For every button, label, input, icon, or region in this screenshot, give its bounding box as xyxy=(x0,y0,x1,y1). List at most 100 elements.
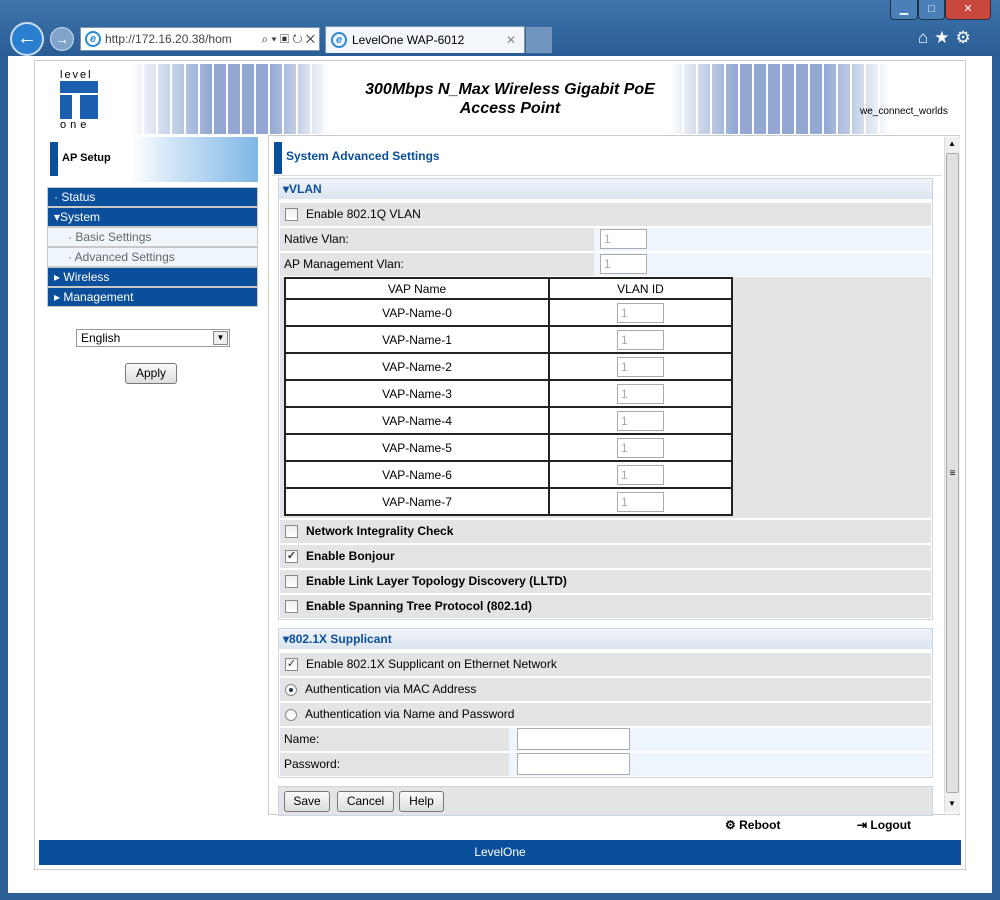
tab-close-icon[interactable]: ✕ xyxy=(506,27,516,53)
option-checkbox[interactable] xyxy=(285,525,298,539)
auth-name-row[interactable]: Authentication via Name and Password xyxy=(280,703,931,726)
enable-supplicant-checkbox[interactable]: ✓ xyxy=(285,658,298,672)
close-window-button[interactable]: ✕ xyxy=(945,0,991,20)
vlan-option-row[interactable]: ✓ Enable Bonjour xyxy=(280,545,931,568)
vlan-section-header[interactable]: ▾VLAN xyxy=(279,179,932,199)
vap-name: VAP-Name-1 xyxy=(284,325,550,354)
enable-vlan-row[interactable]: Enable 802.1Q VLAN xyxy=(280,203,931,226)
vap-row: VAP-Name-2 1 xyxy=(284,352,733,381)
banner-pattern-left xyxy=(130,64,330,134)
vlan-id-cell: 1 xyxy=(548,406,733,435)
maximize-button[interactable]: □ xyxy=(918,0,945,20)
save-button[interactable]: Save xyxy=(284,791,330,812)
password-input[interactable] xyxy=(517,753,630,775)
scroll-thumb[interactable]: ≡ xyxy=(946,153,959,793)
banner-pattern-right xyxy=(670,64,890,134)
language-select[interactable]: English ▼ xyxy=(76,329,230,347)
vlan-id-cell: 1 xyxy=(548,379,733,408)
reboot-link[interactable]: ⚙ Reboot xyxy=(725,818,780,832)
vlan-id-cell: 1 xyxy=(548,460,733,489)
cancel-button[interactable]: Cancel xyxy=(337,791,394,812)
page-title-bar: System Advanced Settings xyxy=(272,140,942,176)
apply-button[interactable]: Apply xyxy=(125,363,177,384)
back-button[interactable]: ← xyxy=(10,22,44,56)
vlan-id-input[interactable]: 1 xyxy=(617,437,664,458)
help-button[interactable]: Help xyxy=(399,791,444,812)
sidebar-item-management[interactable]: ▸ Management xyxy=(47,287,258,307)
vap-name: VAP-Name-0 xyxy=(284,298,550,327)
vlan-id-input[interactable]: 1 xyxy=(617,491,664,512)
address-bar[interactable]: e http://172.16.20.38/hom ⌕ ▾ ▣ ↻ ✕ xyxy=(80,27,320,51)
address-bar-controls-icon[interactable]: ⌕ ▾ ▣ ↻ ✕ xyxy=(262,28,316,50)
vap-name: VAP-Name-7 xyxy=(284,487,550,516)
auth-mac-row[interactable]: Authentication via MAC Address xyxy=(280,678,931,701)
enable-supplicant-row[interactable]: ✓ Enable 802.1X Supplicant on Ethernet Ne… xyxy=(280,653,931,676)
native-vlan-row: Native Vlan: 1 xyxy=(280,228,931,251)
sidebar-item-wireless[interactable]: ▸ Wireless xyxy=(47,267,258,287)
vap-name: VAP-Name-3 xyxy=(284,379,550,408)
vap-row: VAP-Name-3 1 xyxy=(284,379,733,408)
supplicant-section-header[interactable]: ▾802.1X Supplicant xyxy=(279,629,932,649)
vlan-id-input[interactable]: 1 xyxy=(617,329,664,350)
url-text: http://172.16.20.38/hom xyxy=(105,32,232,46)
sidebar-item-advanced-settings[interactable]: · Advanced Settings xyxy=(47,247,258,267)
footer: LevelOne xyxy=(39,840,961,865)
vlan-id-input[interactable]: 1 xyxy=(617,410,664,431)
scrollbar[interactable]: ▲ ≡ ▼ xyxy=(944,137,960,813)
slogan: we_connect_worlds xyxy=(860,106,948,117)
vlan-id-cell: 1 xyxy=(548,487,733,516)
vap-name: VAP-Name-6 xyxy=(284,460,550,489)
vap-row: VAP-Name-1 1 xyxy=(284,325,733,354)
vlan-id-cell: 1 xyxy=(548,433,733,462)
name-row: Name: xyxy=(280,728,931,751)
mgmt-vlan-input[interactable]: 1 xyxy=(600,254,647,274)
vlan-id-cell: 1 xyxy=(548,325,733,354)
page-title: System Advanced Settings xyxy=(286,149,440,163)
vap-name: VAP-Name-4 xyxy=(284,406,550,435)
mgmt-vlan-row: AP Management Vlan: 1 xyxy=(280,253,931,276)
vap-row: VAP-Name-6 1 xyxy=(284,460,733,489)
vlan-id-input[interactable]: 1 xyxy=(617,464,664,485)
chevron-down-icon: ▼ xyxy=(213,331,228,345)
password-row: Password: xyxy=(280,753,931,776)
home-favorites-tools-icons[interactable]: ⌂★⚙ xyxy=(918,28,977,48)
ie-icon: e xyxy=(85,31,101,47)
vlan-id-input[interactable]: 1 xyxy=(617,383,664,404)
native-vlan-input[interactable]: 1 xyxy=(600,229,647,249)
scroll-up-icon[interactable]: ▲ xyxy=(948,139,956,148)
tab-title: LevelOne WAP-6012 xyxy=(352,33,465,47)
enable-vlan-checkbox[interactable] xyxy=(285,208,298,222)
minimize-button[interactable]: ▁ xyxy=(890,0,918,20)
option-checkbox[interactable]: ✓ xyxy=(285,550,298,564)
vlan-id-input[interactable]: 1 xyxy=(617,356,664,377)
vlan-id-cell: 1 xyxy=(548,298,733,327)
new-tab-button[interactable] xyxy=(526,27,552,53)
vlan-id-input[interactable]: 1 xyxy=(617,302,664,323)
levelone-logo: level one xyxy=(60,70,100,131)
browser-chrome: ▁ □ ✕ ← → e http://172.16.20.38/hom ⌕ ▾ … xyxy=(0,0,1000,56)
browser-tab[interactable]: e LevelOne WAP-6012 ✕ xyxy=(325,26,525,53)
auth-mac-radio[interactable] xyxy=(285,683,297,696)
forward-button[interactable]: → xyxy=(50,27,74,51)
vlan-id-cell: 1 xyxy=(548,352,733,381)
vap-name: VAP-Name-2 xyxy=(284,352,550,381)
name-input[interactable] xyxy=(517,728,630,750)
scroll-down-icon[interactable]: ▼ xyxy=(948,799,956,808)
vlan-option-row[interactable]: Enable Spanning Tree Protocol (802.1d) xyxy=(280,595,931,618)
col-vap-name: VAP Name xyxy=(284,277,550,300)
vlan-option-row[interactable]: Network Integrality Check xyxy=(280,520,931,543)
vap-row: VAP-Name-0 1 xyxy=(284,298,733,327)
option-checkbox[interactable] xyxy=(285,575,298,589)
sidebar-item-status[interactable]: · Status xyxy=(47,187,258,207)
ie-icon: e xyxy=(331,32,347,48)
vap-vlan-table: VAP Name VLAN ID VAP-Name-0 1 VAP-Name-1 1 VA… xyxy=(284,277,733,516)
auth-name-radio[interactable] xyxy=(285,708,297,721)
option-checkbox[interactable] xyxy=(285,600,298,614)
vlan-option-row[interactable]: Enable Link Layer Topology Discovery (LL… xyxy=(280,570,931,593)
vap-row: VAP-Name-4 1 xyxy=(284,406,733,435)
logout-icon: ⇥ xyxy=(857,818,868,832)
sidebar-item-basic-settings[interactable]: · Basic Settings xyxy=(47,227,258,247)
sidebar-item-system[interactable]: ▾System xyxy=(47,207,258,227)
ap-setup-header: AP Setup xyxy=(47,137,258,182)
logout-link[interactable]: ⇥ Logout xyxy=(857,818,911,832)
